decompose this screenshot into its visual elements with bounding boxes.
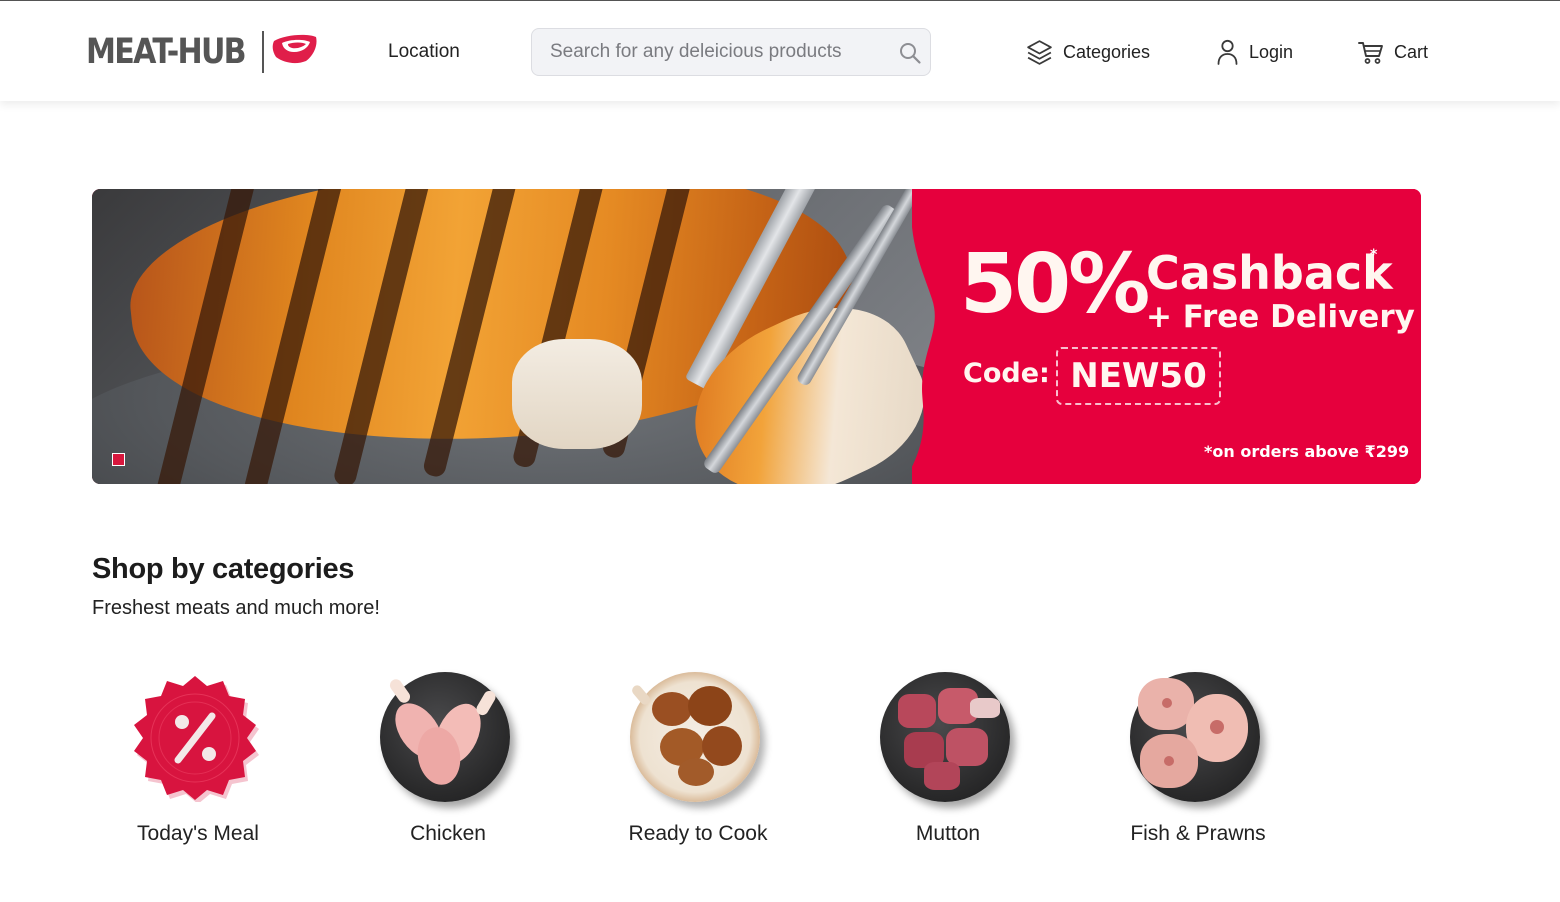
cashback-asterisk: * (1370, 247, 1378, 263)
meat-cube-shape (946, 728, 988, 766)
search-icon[interactable] (898, 41, 922, 65)
category-fish-prawns[interactable]: Fish & Prawns (1092, 672, 1292, 852)
meat-cube-shape (898, 694, 936, 728)
offer-terms: *on orders above ₹299 (1204, 442, 1410, 461)
fried-piece-shape (702, 726, 742, 766)
category-label: Ready to Cook (628, 822, 768, 845)
categories-label: Categories (1063, 41, 1151, 62)
free-delivery-text: + Free Delivery (1146, 299, 1415, 335)
discount-badge-icon (134, 676, 259, 802)
categories-nav[interactable]: Categories (1025, 37, 1150, 67)
steak-logo-icon (272, 34, 317, 64)
site-logo[interactable]: MEAT-HUB (86, 29, 317, 75)
search-input[interactable] (532, 29, 892, 75)
category-mutton[interactable]: Mutton (842, 672, 1042, 852)
category-label: Today's Meal (137, 822, 259, 845)
section-subtitle: Freshest meats and much more! (92, 597, 380, 619)
meat-cube-shape (924, 762, 960, 790)
mutton-image (880, 672, 1010, 802)
promo-banner[interactable]: 50% Cashback * + Free Delivery Code: NEW… (92, 189, 1421, 484)
logo-text: MEAT-HUB (86, 32, 247, 72)
category-label: Chicken (410, 822, 486, 845)
fish-flake-shape (512, 339, 642, 449)
login-nav[interactable]: Login (1215, 37, 1293, 67)
user-icon (1217, 39, 1238, 65)
logo-divider (262, 31, 264, 73)
site-header: MEAT-HUB Location Categories Login (0, 1, 1560, 101)
category-todays-meal[interactable]: Today's Meal (92, 672, 292, 852)
discount-percent: 50% (960, 237, 1150, 332)
fish-prawns-image (1130, 672, 1260, 802)
category-chicken[interactable]: Chicken (342, 672, 542, 852)
chicken-image (380, 672, 510, 802)
grill-mark (421, 189, 526, 479)
section-title: Shop by categories (92, 553, 355, 585)
category-ready-to-cook[interactable]: Ready to Cook (592, 672, 792, 852)
fried-piece-shape (652, 692, 692, 726)
category-label: Fish & Prawns (1130, 822, 1266, 845)
cashback-heading: Cashback (1146, 246, 1393, 300)
cart-icon (1358, 42, 1383, 64)
ready-to-cook-image (630, 672, 760, 802)
code-label: Code: (963, 358, 1050, 389)
fat-shape (970, 698, 1000, 718)
category-label: Mutton (915, 822, 981, 845)
ad-badge-icon (112, 453, 125, 466)
location-selector[interactable]: Location (388, 41, 460, 63)
login-label: Login (1249, 41, 1294, 62)
fried-piece-shape (688, 686, 732, 726)
grilled-fish-photo (92, 189, 1052, 484)
fish-spine-shape (1210, 720, 1224, 734)
cart-nav[interactable]: Cart (1357, 37, 1428, 67)
fried-piece-shape (678, 758, 714, 786)
fish-spine-shape (1162, 698, 1172, 708)
fish-spine-shape (1164, 756, 1174, 766)
search-bar (531, 28, 931, 76)
cart-label: Cart (1394, 41, 1429, 62)
promo-code[interactable]: NEW50 (1056, 347, 1221, 405)
layers-icon (1027, 39, 1052, 65)
